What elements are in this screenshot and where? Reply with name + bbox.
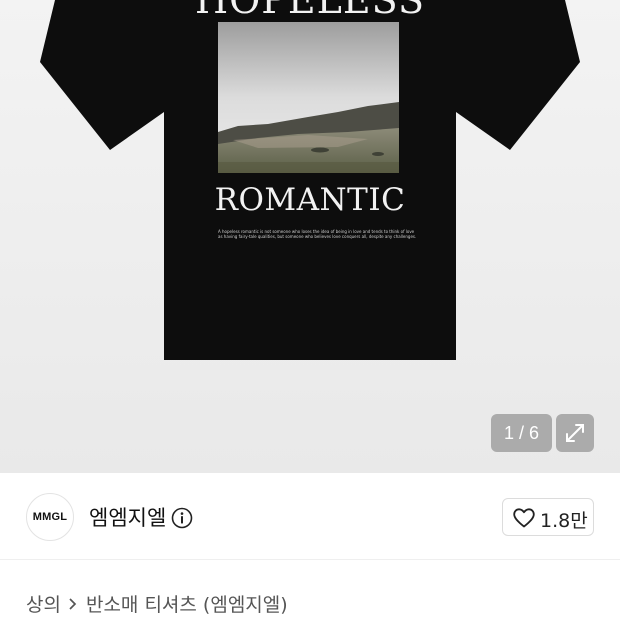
image-counter: 1 / 6 [491,414,552,452]
shirt-print-bottom-text: ROMANTIC [214,182,406,218]
breadcrumb-category[interactable]: 상의 [26,590,61,617]
shirt-print-photo [218,22,399,173]
chevron-right-icon [69,597,77,610]
brand-row: MMGL 엠엠지엘 1.8만 [0,473,620,559]
like-count: 1.8만 [540,510,588,532]
expand-icon [566,424,584,442]
breadcrumb-subcategory[interactable]: 반소매 티셔츠 (엠엠지엘) [86,590,288,617]
heart-icon [513,508,535,528]
shirt-fine-print: A hopeless romantic is not someone who l… [218,229,417,239]
brand-name[interactable]: 엠엠지엘 [89,502,166,532]
divider [0,559,620,560]
shirt-print-top-text: HOPELESS [195,0,425,22]
info-icon[interactable] [171,507,193,529]
like-button[interactable]: 1.8만 [502,498,594,536]
breadcrumb: 상의 반소매 티셔츠 (엠엠지엘) [26,590,288,617]
expand-image-button[interactable] [556,414,594,452]
brand-logo[interactable]: MMGL [26,493,74,541]
product-image-carousel[interactable]: HOPELESS ROMANTIC A hopeless romantic is… [0,0,620,473]
